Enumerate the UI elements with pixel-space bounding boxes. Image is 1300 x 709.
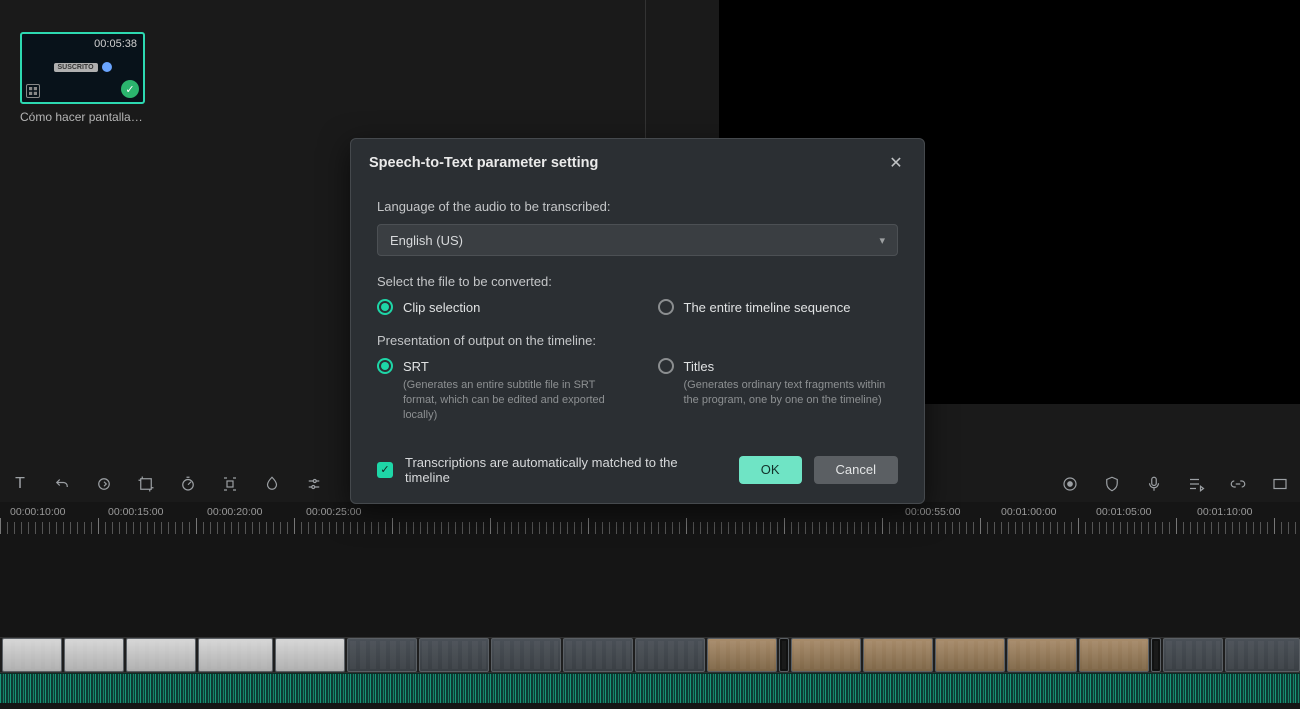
center-icon[interactable]: [220, 474, 240, 494]
video-clip[interactable]: [2, 638, 62, 672]
radio-label: SRT: [403, 359, 429, 374]
record-icon[interactable]: [1060, 474, 1080, 494]
video-clip[interactable]: [347, 638, 417, 672]
ruler-label: 00:01:00:00: [1001, 506, 1056, 518]
shield-icon[interactable]: [1102, 474, 1122, 494]
output-label: Presentation of output on the timeline:: [377, 333, 898, 348]
radio-label: The entire timeline sequence: [684, 300, 851, 315]
crop-icon[interactable]: [136, 474, 156, 494]
titles-hint: (Generates ordinary text fragments withi…: [684, 378, 899, 408]
radio-icon: [377, 299, 393, 315]
color-icon[interactable]: [262, 474, 282, 494]
ruler-label: 00:00:15:00: [108, 506, 163, 518]
video-clip[interactable]: [563, 638, 633, 672]
dialog-header: Speech-to-Text parameter setting ✕: [351, 139, 924, 183]
playlist-icon[interactable]: [1186, 474, 1206, 494]
adjust-icon[interactable]: [304, 474, 324, 494]
video-clip[interactable]: [491, 638, 561, 672]
ruler-label: 00:00:25:00: [306, 506, 361, 518]
auto-match-checkbox[interactable]: ✓: [377, 462, 393, 478]
video-clip[interactable]: [126, 638, 196, 672]
link-icon[interactable]: [1228, 474, 1248, 494]
video-clip[interactable]: [198, 638, 273, 672]
ruler-label: 00:01:05:00: [1096, 506, 1151, 518]
mic-icon[interactable]: [1144, 474, 1164, 494]
radio-titles[interactable]: Titles: [658, 358, 899, 374]
redo-icon[interactable]: [94, 474, 114, 494]
video-clip[interactable]: [635, 638, 705, 672]
video-clip[interactable]: [863, 638, 933, 672]
expand-icon[interactable]: [1270, 474, 1290, 494]
ok-button[interactable]: OK: [739, 456, 802, 484]
radio-srt[interactable]: SRT: [377, 358, 618, 374]
srt-hint: (Generates an entire subtitle file in SR…: [403, 378, 618, 423]
ruler-label: 00:00:55:00: [905, 506, 960, 518]
video-clip[interactable]: [1079, 638, 1149, 672]
clip-name: Cómo hacer pantallas ...: [20, 110, 145, 124]
text-tool-icon[interactable]: T: [10, 474, 30, 494]
timeline-ruler[interactable]: 00:00:10:00 00:00:15:00 00:00:20:00 00:00:2…: [0, 502, 1300, 534]
radio-icon: [658, 299, 674, 315]
clip-dot-icon: [102, 62, 112, 72]
ruler-label: 00:00:20:00: [207, 506, 262, 518]
audio-track[interactable]: [0, 673, 1300, 703]
language-label: Language of the audio to be transcribed:: [377, 199, 898, 214]
file-select-label: Select the file to be converted:: [377, 274, 898, 289]
clip-badges: SUSCRITO: [53, 62, 111, 72]
video-clip[interactable]: [1007, 638, 1077, 672]
media-clip[interactable]: 00:05:38 SUSCRITO ✓ Cómo hacer pantallas…: [20, 32, 145, 124]
language-select[interactable]: English (US) ▾: [377, 224, 898, 256]
clip-check-icon: ✓: [121, 80, 139, 98]
video-clip[interactable]: [419, 638, 489, 672]
video-clip[interactable]: [1163, 638, 1223, 672]
cancel-button[interactable]: Cancel: [814, 456, 898, 484]
ruler-label: 00:00:10:00: [10, 506, 65, 518]
radio-entire-timeline[interactable]: The entire timeline sequence: [658, 299, 899, 315]
video-clip[interactable]: [791, 638, 861, 672]
undo-icon[interactable]: [52, 474, 72, 494]
radio-label: Titles: [684, 359, 715, 374]
close-icon[interactable]: ✕: [886, 153, 906, 173]
speed-icon[interactable]: [178, 474, 198, 494]
ruler-label: 00:01:10:00: [1197, 506, 1252, 518]
radio-icon: [658, 358, 674, 374]
radio-icon: [377, 358, 393, 374]
video-clip[interactable]: [1225, 638, 1300, 672]
video-clip[interactable]: [935, 638, 1005, 672]
chevron-down-icon: ▾: [879, 234, 885, 247]
media-clip-thumbnail[interactable]: 00:05:38 SUSCRITO ✓: [20, 32, 145, 104]
video-clip[interactable]: [1151, 638, 1161, 672]
video-clip[interactable]: [275, 638, 345, 672]
auto-match-label: Transcriptions are automatically matched…: [405, 455, 715, 485]
video-clip[interactable]: [779, 638, 789, 672]
clip-duration: 00:05:38: [94, 38, 137, 50]
video-clip[interactable]: [64, 638, 124, 672]
video-clip[interactable]: [707, 638, 777, 672]
speech-to-text-dialog: Speech-to-Text parameter setting ✕ Langu…: [350, 138, 925, 504]
dialog-title: Speech-to-Text parameter setting: [369, 155, 598, 171]
timeline[interactable]: 00:00:10:00 00:00:15:00 00:00:20:00 00:00:2…: [0, 502, 1300, 709]
audio-waveform: [0, 674, 1300, 703]
radio-label: Clip selection: [403, 300, 480, 315]
track-area[interactable]: [0, 637, 1300, 709]
clip-badge: SUSCRITO: [53, 63, 97, 72]
video-track[interactable]: [0, 637, 1300, 673]
clip-type-icon: [26, 84, 40, 98]
radio-clip-selection[interactable]: Clip selection: [377, 299, 618, 315]
language-value: English (US): [390, 233, 463, 248]
